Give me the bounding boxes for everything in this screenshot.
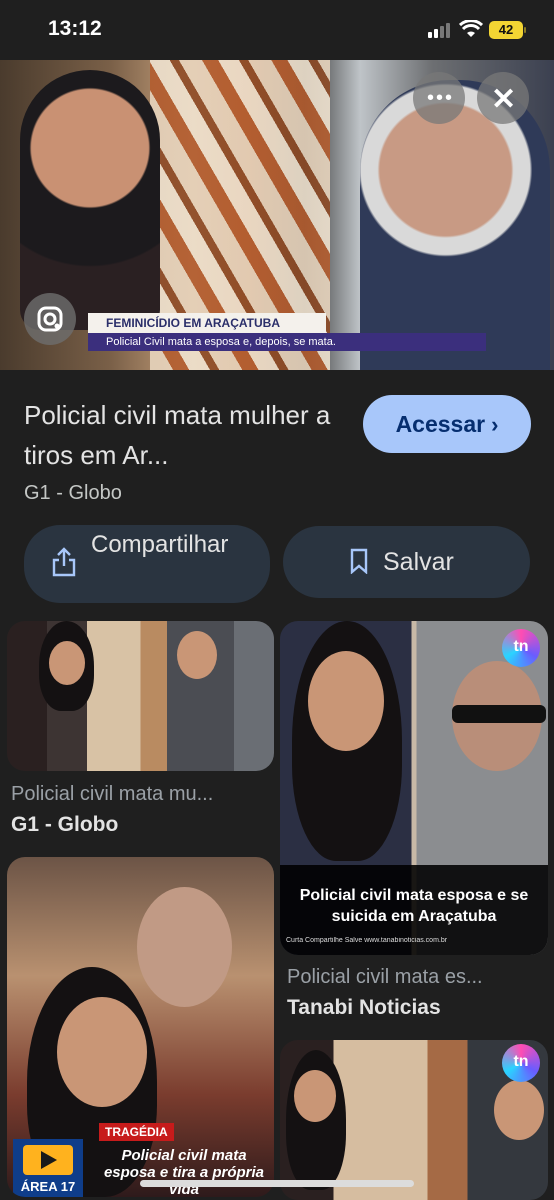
related-source: Tanabi Noticias [287, 996, 441, 1019]
tv-lower-third: FEMINICÍDIO EM ARAÇATUBA Policial Civil … [88, 313, 486, 353]
tanabi-logo: tn [502, 1044, 540, 1082]
more-options-button[interactable]: ••• [413, 72, 465, 124]
photo-detail [294, 1070, 336, 1122]
related-image-1[interactable] [7, 621, 274, 771]
caption-text: Policial civil mata esposa e se suicida … [299, 887, 529, 925]
google-lens-icon [37, 306, 63, 332]
result-source: G1 - Globo [24, 482, 122, 504]
clock: 13:12 [48, 17, 102, 40]
caption-text: Policial civil mata esposa e tira a próp… [103, 1147, 265, 1197]
save-button[interactable]: Salvar [283, 526, 530, 598]
close-icon: ✕ [491, 83, 517, 116]
photo-detail [308, 651, 384, 751]
bookmark-icon [350, 548, 368, 574]
home-indicator[interactable] [140, 1180, 414, 1187]
photo-detail [137, 887, 232, 1007]
play-icon [23, 1145, 73, 1175]
lower-third-subline: Policial Civil mata a esposa e, depois, … [88, 333, 486, 351]
save-label: Salvar [383, 548, 454, 576]
related-title[interactable]: Policial civil mata es... [287, 966, 483, 989]
lens-button[interactable] [24, 293, 76, 345]
result-title[interactable]: Policial civil mata mulher a tiros em Ar… [24, 395, 354, 475]
battery-indicator: 42 [489, 21, 526, 39]
wifi-icon [459, 20, 483, 37]
related-source: G1 - Globo [11, 813, 119, 836]
tragedia-tag: TRAGÉDIA [99, 1123, 174, 1141]
share-button[interactable]: Compartilhar [24, 525, 270, 603]
photo-detail [452, 705, 546, 723]
related-image-3[interactable]: ÁREA 17 TRAGÉDIA Policial civil mata esp… [7, 857, 274, 1197]
area17-logo: ÁREA 17 [13, 1139, 83, 1197]
cellular-signal-icon [428, 22, 452, 38]
area17-label: ÁREA 17 [20, 1179, 76, 1194]
tanabi-logo: tn [502, 629, 540, 667]
chevron-right-icon: › [491, 412, 499, 437]
more-horizontal-icon: ••• [427, 87, 455, 109]
hero-person-left [20, 70, 160, 330]
photo-detail [494, 1080, 544, 1140]
photo-detail [49, 641, 85, 685]
photo-detail [177, 631, 217, 679]
hero-image[interactable]: FEMINICÍDIO EM ARAÇATUBA Policial Civil … [0, 60, 554, 370]
photo-detail [57, 997, 147, 1107]
close-button[interactable]: ✕ [477, 72, 529, 124]
caption-footer: Curta Compartilhe Salve www.tanabinotici… [286, 937, 448, 944]
status-bar: 13:12 42 [0, 0, 554, 60]
related-title[interactable]: Policial civil mata mu... [11, 783, 213, 806]
share-label: Compartilhar [91, 531, 229, 558]
lower-third-headline: FEMINICÍDIO EM ARAÇATUBA [88, 313, 326, 333]
visit-button[interactable]: Acessar › [363, 395, 531, 453]
visit-label: Acessar [395, 411, 486, 437]
related-image-2[interactable]: tn Policial civil mata esposa e se suici… [280, 621, 548, 955]
related-image-4[interactable]: tn [280, 1040, 548, 1200]
share-icon [52, 547, 76, 577]
